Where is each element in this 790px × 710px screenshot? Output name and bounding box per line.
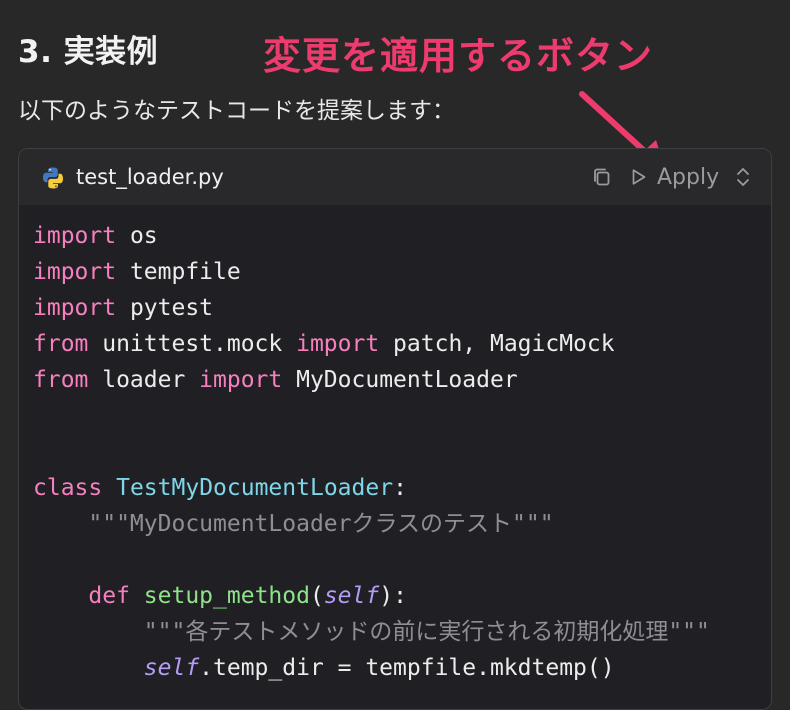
annotation-label: 変更を適用するボタン bbox=[263, 34, 654, 78]
code-token: unittest.mock bbox=[88, 331, 297, 357]
code-token: import bbox=[296, 331, 380, 357]
code-token: loader bbox=[88, 367, 200, 393]
code-token: self bbox=[323, 583, 380, 609]
code-token: import bbox=[199, 367, 283, 393]
code-token: MyDocumentLoader bbox=[282, 367, 518, 393]
python-icon bbox=[43, 167, 63, 189]
code-token: patch, MagicMock bbox=[379, 331, 615, 357]
code-line: from unittest.mock import patch, MagicMo… bbox=[33, 326, 710, 362]
play-icon bbox=[632, 169, 646, 185]
chevron-up-down-icon[interactable] bbox=[735, 166, 751, 188]
code-block-header: test_loader.py Apply bbox=[19, 149, 771, 205]
code-token: class bbox=[33, 475, 103, 501]
code-line: """MyDocumentLoaderクラスのテスト""" bbox=[33, 506, 710, 542]
code-token: pytest bbox=[116, 295, 214, 321]
code-token: from bbox=[33, 367, 89, 393]
code-token: os bbox=[116, 223, 158, 249]
code-token: self bbox=[143, 655, 200, 681]
code-token: setup_method bbox=[143, 583, 310, 609]
code-line: import pytest bbox=[33, 290, 710, 326]
copy-icon[interactable] bbox=[591, 166, 613, 188]
code-token: .temp_dir = tempfile.mkdtemp() bbox=[199, 655, 615, 681]
code-block: test_loader.py Apply import os import tem… bbox=[18, 148, 772, 710]
code-line: def setup_method(self): bbox=[33, 578, 710, 614]
code-line: import tempfile bbox=[33, 254, 710, 290]
code-line: import os bbox=[33, 218, 710, 254]
apply-button[interactable]: Apply bbox=[631, 163, 719, 191]
apply-label: Apply bbox=[657, 164, 720, 190]
code-line: self.temp_dir = tempfile.mkdtemp() bbox=[33, 650, 710, 686]
code-token: : bbox=[393, 475, 407, 501]
code-token: ): bbox=[379, 583, 407, 609]
code-token: import bbox=[33, 295, 117, 321]
code-token: from bbox=[33, 331, 89, 357]
code-token: ( bbox=[309, 583, 324, 609]
code-token: def bbox=[88, 583, 130, 609]
code-token: import bbox=[33, 259, 117, 285]
code-token: """MyDocumentLoaderクラスのテスト""" bbox=[33, 511, 554, 537]
section-heading: 3. 実装例 bbox=[18, 34, 159, 70]
code-token: TestMyDocumentLoader bbox=[116, 475, 394, 501]
code-token: tempfile bbox=[116, 259, 241, 285]
code-content: import os import tempfile import pytest fro… bbox=[33, 218, 710, 686]
code-token: """各テストメソッドの前に実行される初期化処理""" bbox=[33, 619, 710, 645]
code-line: from loader import MyDocumentLoader bbox=[33, 362, 710, 398]
code-token: import bbox=[33, 223, 117, 249]
code-filename: test_loader.py bbox=[76, 165, 224, 189]
code-line: """各テストメソッドの前に実行される初期化処理""" bbox=[33, 614, 710, 650]
code-line: class TestMyDocumentLoader: bbox=[33, 470, 710, 506]
code-body[interactable]: import os import tempfile import pytest fro… bbox=[19, 205, 771, 709]
intro-text: 以下のようなテストコードを提案します： bbox=[18, 98, 455, 124]
